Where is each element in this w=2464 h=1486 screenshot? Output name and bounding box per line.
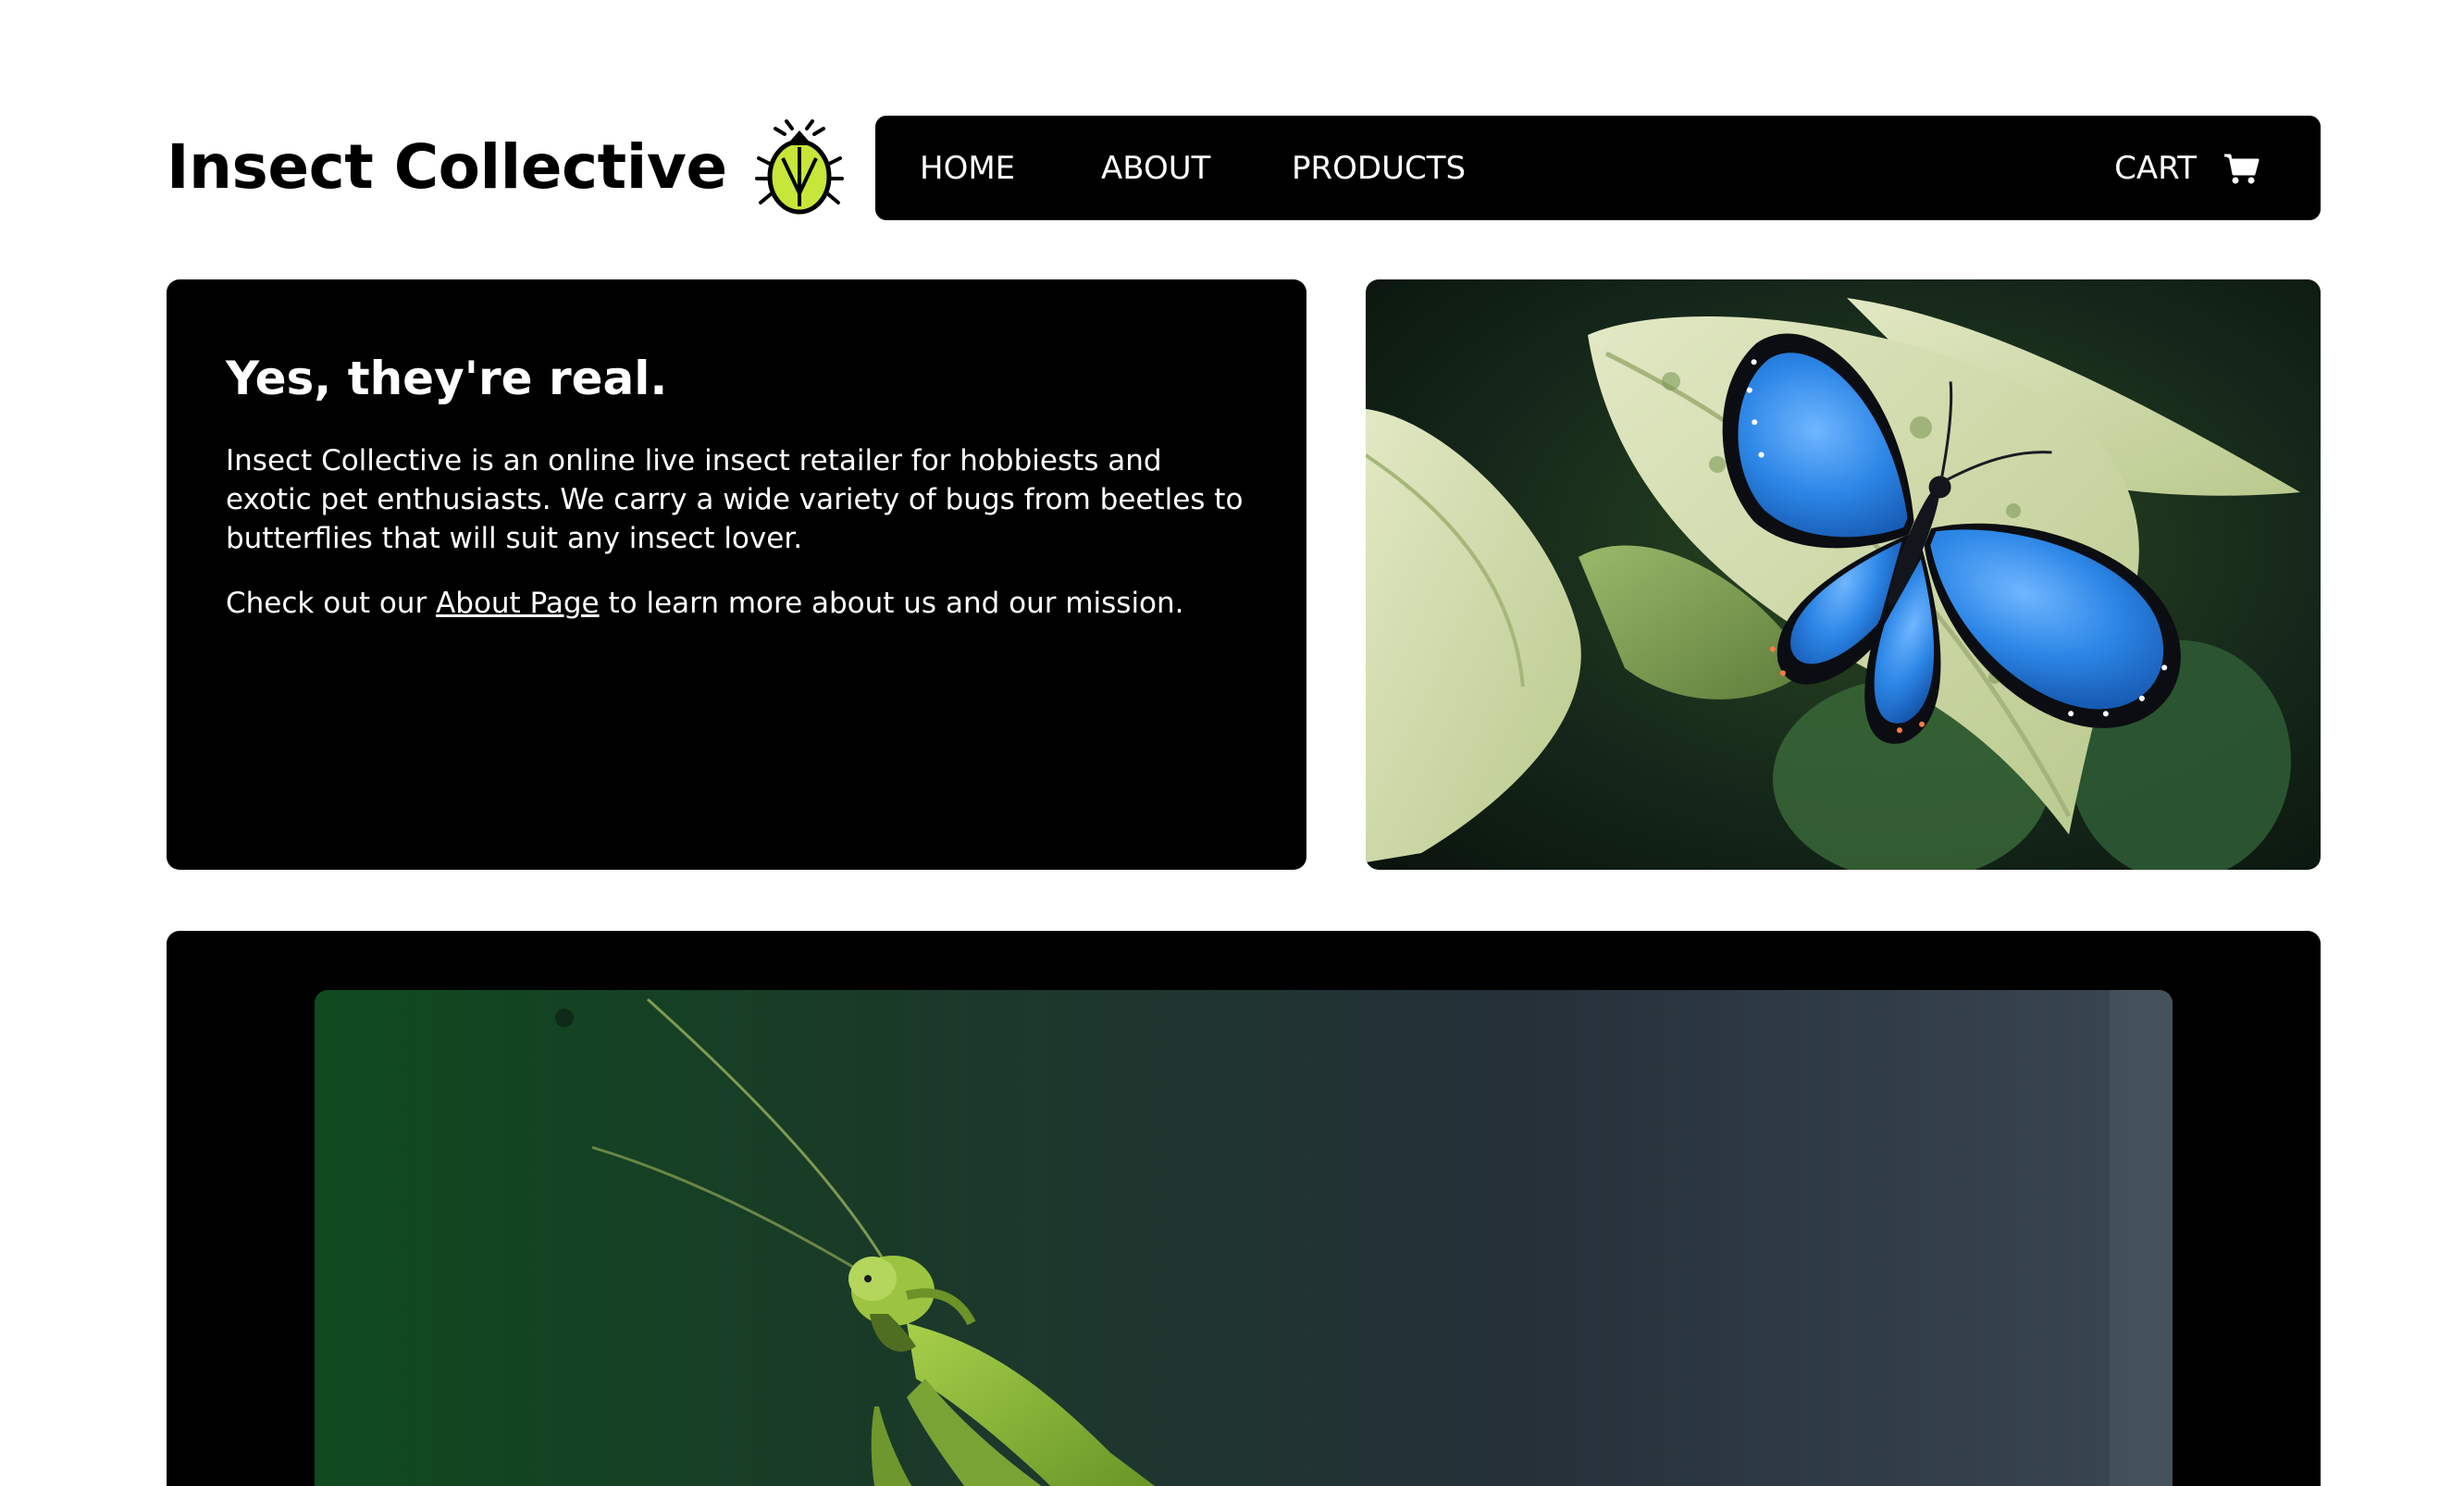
intro-cta: Check out our About Page to learn more a…: [226, 584, 1247, 623]
brand[interactable]: Insect Collective: [167, 109, 844, 225]
cart-label: CART: [2114, 149, 2197, 187]
nav-home-link[interactable]: HOME: [920, 150, 1015, 187]
butterfly-photo: [1366, 279, 2321, 870]
nav-cart-link[interactable]: CART: [2114, 150, 2260, 187]
intro-card: Yes, they're real. Insect Collective is …: [167, 279, 1306, 870]
mantis-photo: [315, 990, 2173, 1486]
beetle-icon[interactable]: [754, 118, 844, 217]
feature-panel: [167, 931, 2321, 1486]
intro-cta-suffix: to learn more about us and our mission.: [599, 587, 1184, 620]
site-title[interactable]: Insect Collective: [167, 131, 727, 203]
nav-about-link[interactable]: ABOUT: [1101, 150, 1210, 187]
intro-cta-prefix: Check out our: [226, 587, 437, 620]
shopping-cart-icon: [2224, 154, 2260, 183]
intro-paragraph: Insect Collective is an online live inse…: [226, 444, 1244, 555]
about-page-link[interactable]: About Page: [436, 587, 600, 620]
intro-heading: Yes, they're real.: [226, 352, 668, 405]
main-nav: HOME ABOUT PRODUCTS CART: [875, 116, 2321, 220]
nav-products-link[interactable]: PRODUCTS: [1292, 150, 1466, 187]
